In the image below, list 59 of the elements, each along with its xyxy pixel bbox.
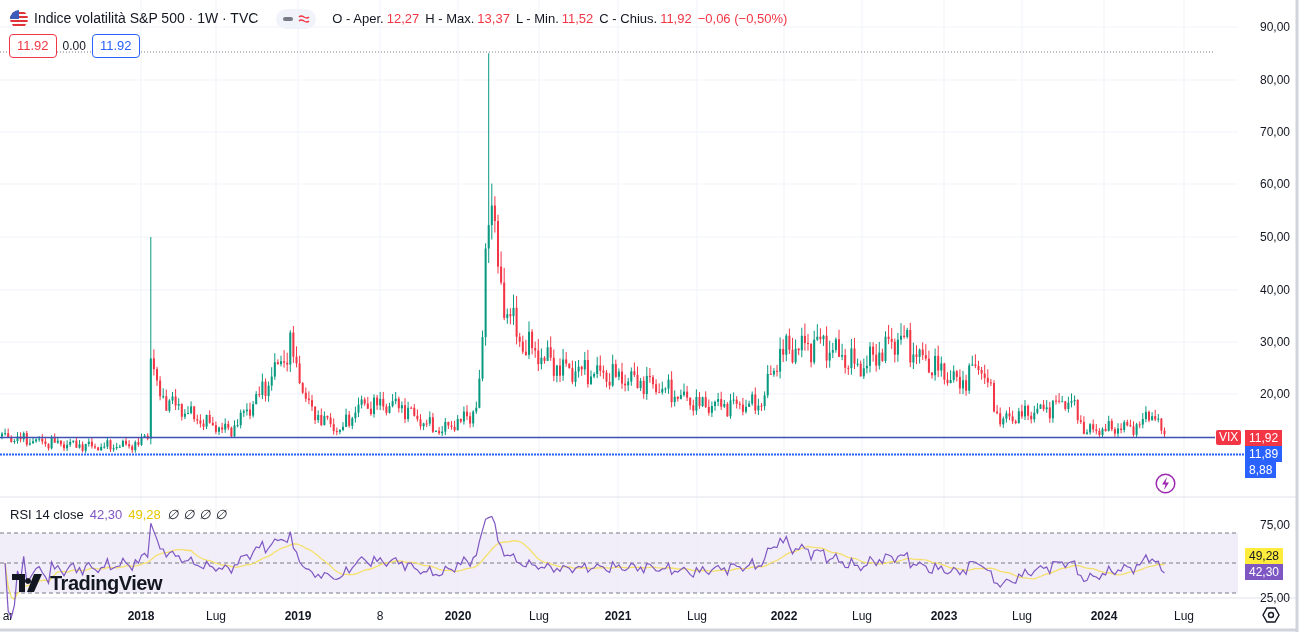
price-axis-label: 30,00 [1259, 335, 1290, 349]
minus-icon [282, 15, 295, 22]
rsi-ma-value: 49,28 [128, 506, 161, 524]
ohlc-label: L - Min. [515, 9, 559, 28]
ohlc-value: 12,27 [386, 9, 420, 28]
ohlc-label: C - Chius. [599, 9, 658, 28]
rsi-tag: 49,28 [1245, 548, 1284, 564]
time-axis-label: Lug [529, 609, 549, 623]
time-axis-label: 2021 [604, 609, 632, 623]
price-tag: 8,88 [1245, 462, 1277, 478]
ohlc-label: O - Aper. [332, 9, 384, 28]
rsi-value: 42,30 [89, 506, 123, 524]
logo-icon [12, 574, 44, 592]
price-axis-label: 90,00 [1259, 20, 1290, 34]
time-axis-label: Lug [1012, 609, 1032, 623]
empty-value: ∅ [214, 506, 226, 524]
time-axis-label: Lug [206, 609, 226, 623]
time-axis-label: Lug [852, 609, 872, 623]
time-axis-label: 2020 [444, 609, 472, 623]
time-axis-label: 2018 [127, 609, 155, 623]
price-axis-label: 40,00 [1259, 283, 1290, 297]
price-axis-label: 50,00 [1259, 230, 1290, 244]
settings-icon[interactable] [1262, 606, 1280, 624]
empty-value: ∅ [182, 506, 194, 524]
ohlc-label: H - Max. [425, 9, 475, 28]
time-axis-label: Lug [1174, 609, 1194, 623]
empty-value: ∅ [166, 506, 178, 524]
time-axis-label: 2023 [930, 609, 958, 623]
sell-price-button[interactable]: 11.92 [9, 34, 57, 58]
time-axis-label: Lug [687, 609, 707, 623]
time-axis-label: ar [2, 609, 14, 623]
time-axis-label: 2019 [284, 609, 312, 623]
price-axis-label: 60,00 [1259, 177, 1290, 191]
rsi-axis-label: 75,00 [1259, 518, 1290, 532]
ohlc-value: 13,37 [477, 9, 510, 28]
time-axis-label: 2022 [770, 609, 798, 623]
price-change: −0,06 (−0,50%) [697, 9, 788, 28]
price-axis-label: 20,00 [1259, 387, 1290, 401]
flag-icon [10, 9, 28, 28]
time-axis-label: 2024 [1090, 609, 1118, 623]
empty-value: ∅ [198, 506, 210, 524]
price-axis-label: 80,00 [1259, 73, 1290, 87]
wave-icon [298, 13, 311, 24]
rsi-title: RSI 14 close [10, 506, 84, 524]
status-pill[interactable] [276, 8, 317, 29]
ohlc-value: 11,52 [561, 9, 594, 28]
ohlc-value: 11,92 [660, 9, 692, 28]
buy-price-button[interactable]: 11.92 [91, 34, 140, 58]
spread-value: 0.00 [62, 37, 86, 55]
time-axis-label: 8 [376, 609, 384, 623]
price-axis-label: 70,00 [1259, 125, 1290, 139]
rsi-axis-label: 25,00 [1259, 591, 1290, 605]
price-tag: 11,92 [1245, 430, 1283, 446]
tradingview-logo: TradingView [12, 568, 162, 598]
rsi-tag: 42,30 [1245, 564, 1284, 580]
lightning-icon[interactable] [1155, 473, 1176, 494]
symbol-title: Indice volatilità S&P 500 · 1W · TVC [34, 9, 259, 28]
price-tag: 11,89 [1245, 446, 1283, 462]
symbol-tag: VIX [1216, 430, 1242, 445]
